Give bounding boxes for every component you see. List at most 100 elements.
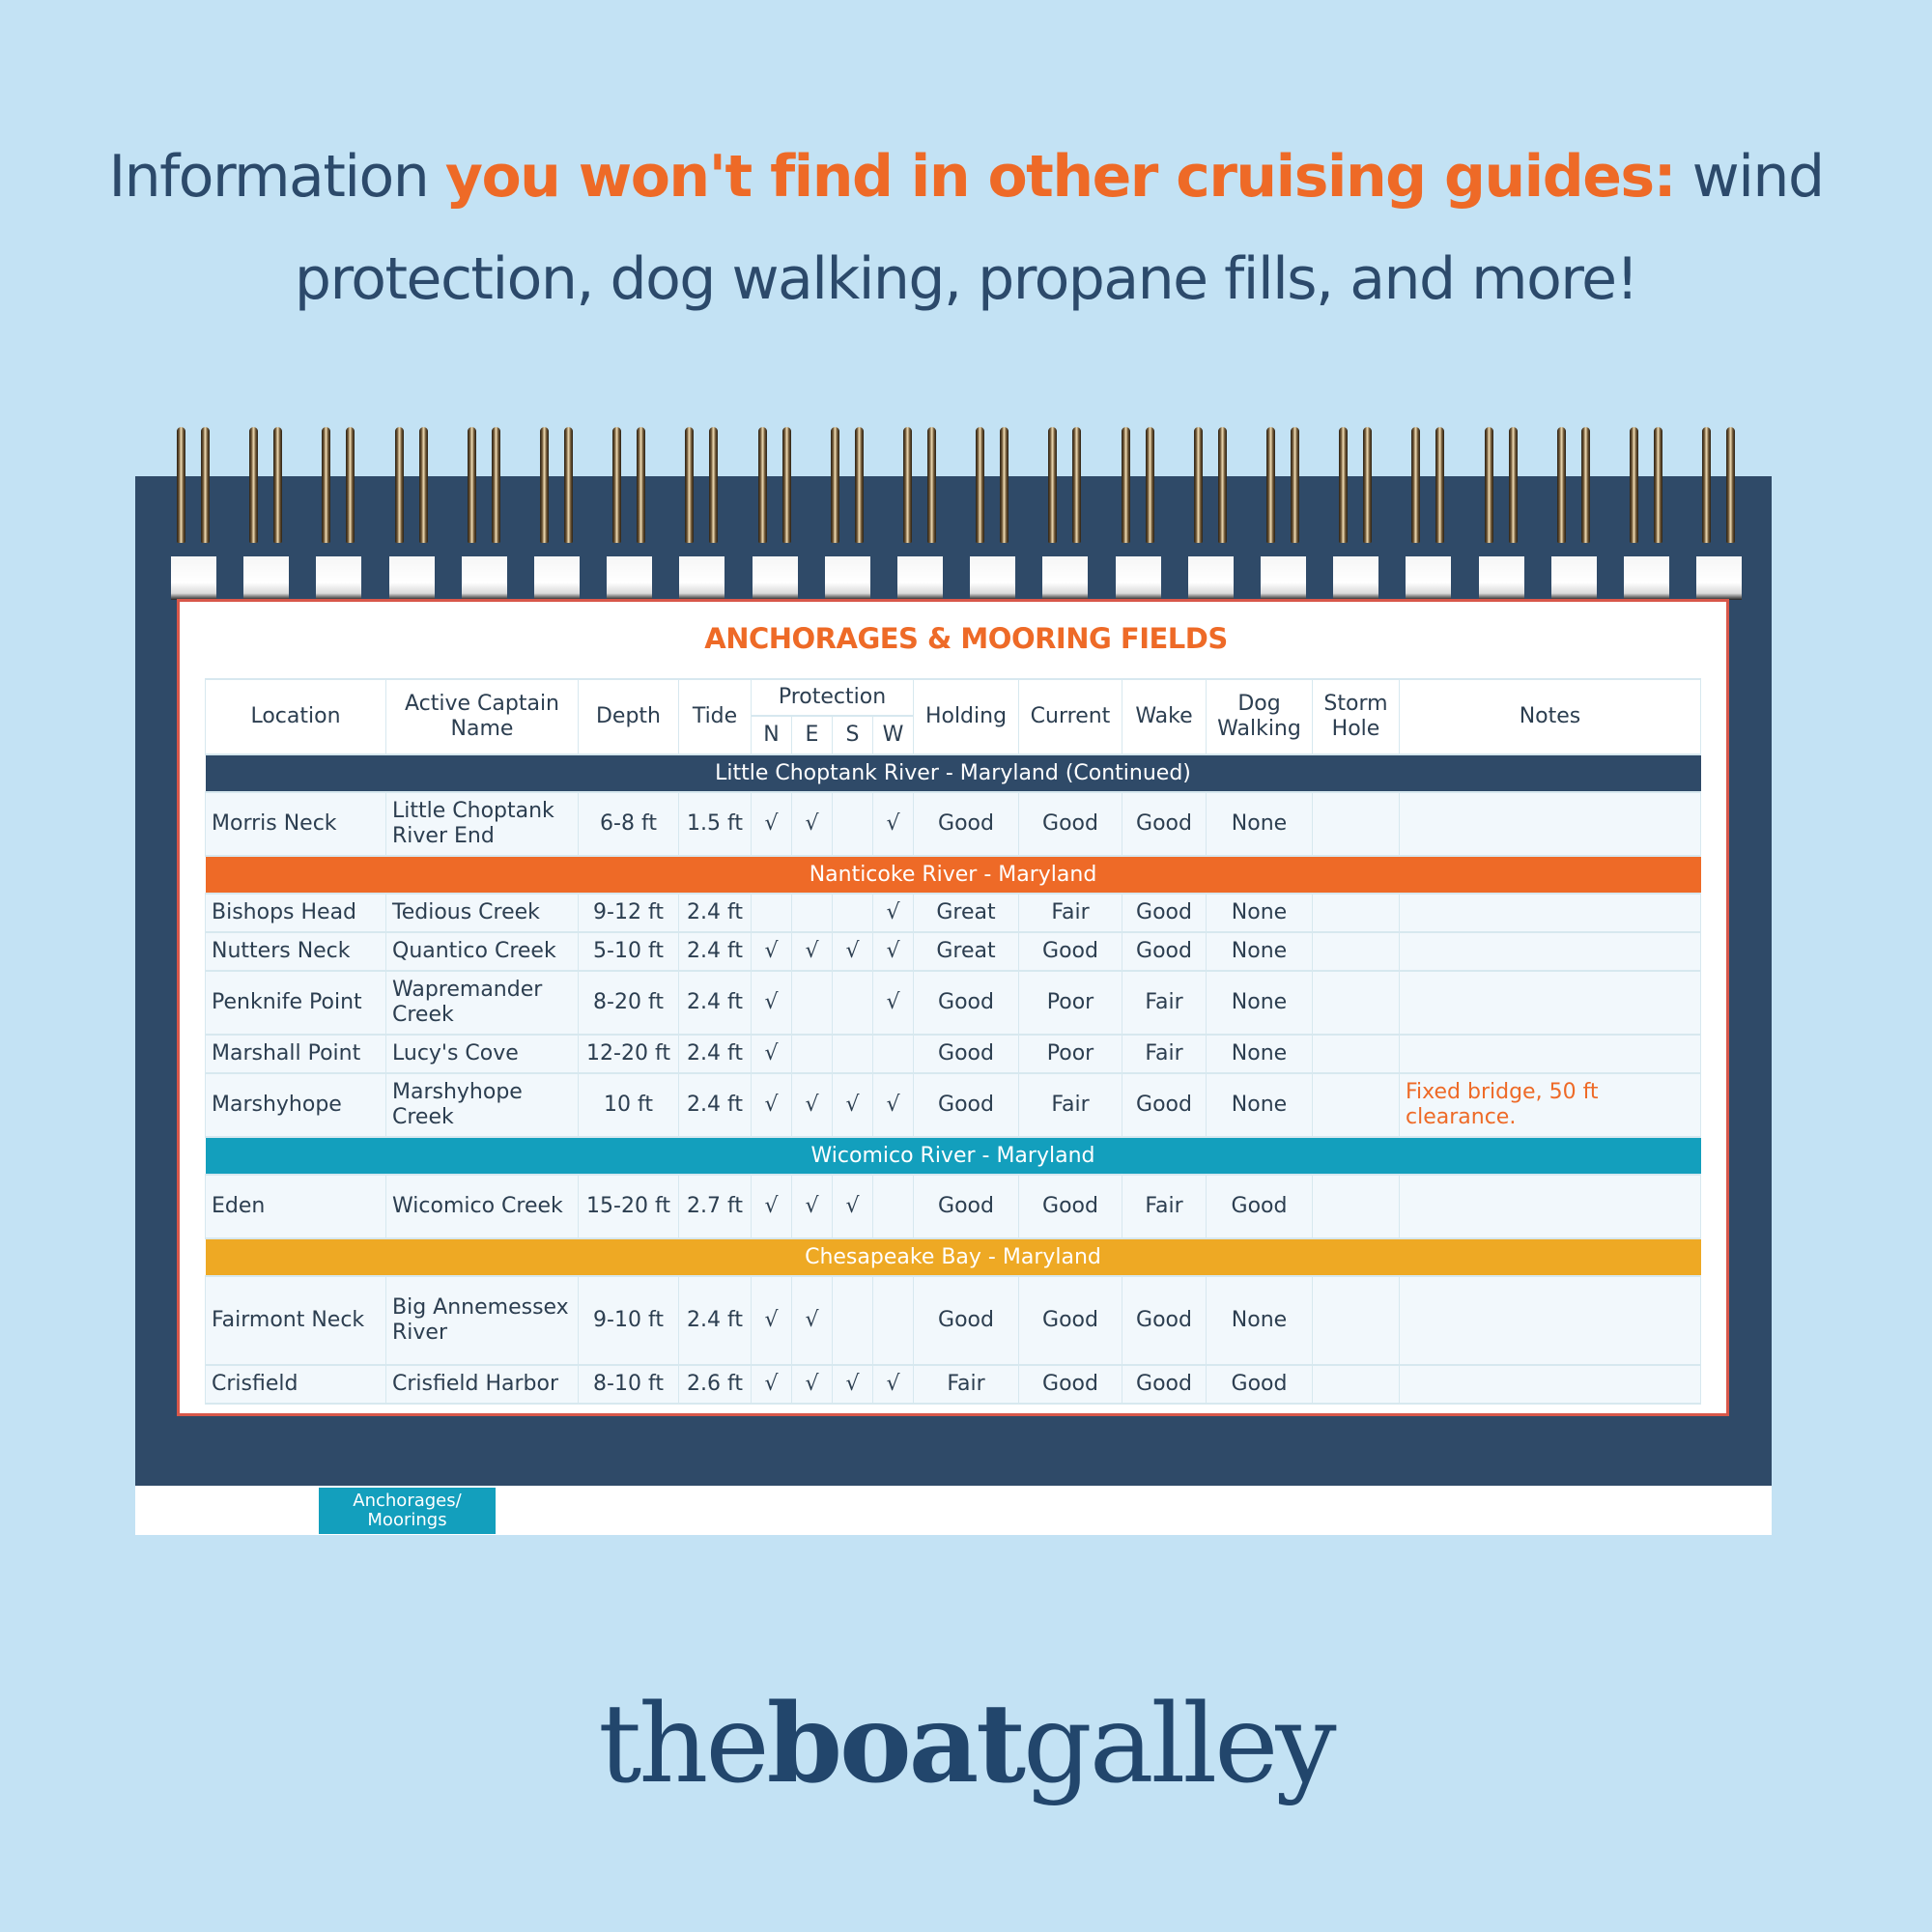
- cell-dog-walking: None: [1206, 1276, 1313, 1366]
- ring-slot: [1261, 556, 1306, 600]
- cell-dog-walking: None: [1206, 894, 1313, 933]
- cell-location: Nutters Neck: [205, 932, 386, 972]
- ring-slot: [1115, 556, 1161, 600]
- binding-ring-icon: [273, 427, 283, 543]
- header-location: Location: [205, 678, 386, 755]
- checkmark-icon: √: [872, 1365, 914, 1405]
- binding-ring-icon: [1411, 427, 1421, 543]
- binding-ring-icon: [1291, 427, 1299, 543]
- headline: Information you won't find in other crui…: [0, 126, 1932, 330]
- table-row: Nutters Neck Quantico Creek 5-10 ft 2.4 ft √…: [205, 932, 1701, 972]
- cell-tide: 2.4 ft: [678, 1035, 752, 1074]
- cell-dog-walking: None: [1206, 1035, 1313, 1074]
- cell-tide: 2.4 ft: [678, 1276, 752, 1366]
- ring-slot: [970, 556, 1016, 600]
- cell-current: Good: [1018, 1175, 1122, 1239]
- header-dir-e: E: [791, 716, 833, 755]
- cell-location: Bishops Head: [205, 894, 386, 933]
- cell-tide: 2.4 ft: [678, 971, 752, 1036]
- cell-current: Good: [1018, 1276, 1122, 1366]
- cell-protect-n: [751, 894, 792, 933]
- cell-dog-walking: None: [1206, 971, 1313, 1036]
- checkmark-icon: √: [832, 1175, 873, 1239]
- cell-active-captain: Big Annemessex River: [385, 1276, 579, 1366]
- brand-galley: galley: [1023, 1682, 1337, 1807]
- cell-holding: Good: [913, 1035, 1019, 1074]
- binding-ring-icon: [709, 427, 719, 543]
- cell-depth: 10 ft: [578, 1073, 679, 1138]
- checkmark-icon: √: [832, 1365, 873, 1405]
- table-row: Bishops Head Tedious Creek 9-12 ft 2.4 ft √ G…: [205, 894, 1701, 933]
- checkmark-icon: √: [832, 1073, 873, 1138]
- binding-ring-icon: [1654, 427, 1662, 543]
- cell-location: Marshall Point: [205, 1035, 386, 1074]
- header-dir-w: W: [872, 716, 914, 755]
- cell-active-captain: Wicomico Creek: [385, 1175, 579, 1239]
- binding-ring-icon: [781, 427, 791, 543]
- ring-slot: [243, 556, 290, 600]
- binding-ring-icon: [637, 427, 646, 543]
- ring-slot: [1406, 556, 1452, 600]
- cell-current: Fair: [1018, 894, 1122, 933]
- table-row: Marshall Point Lucy's Cove 12-20 ft 2.4 ft √…: [205, 1035, 1701, 1074]
- cell-protect-s: [832, 1035, 873, 1074]
- cell-active-captain: Quantico Creek: [385, 932, 579, 972]
- binding-ring-icon: [1000, 427, 1009, 543]
- cell-current: Good: [1018, 932, 1122, 972]
- cell-current: Good: [1018, 792, 1122, 857]
- binding-ring-icon: [346, 427, 355, 543]
- checkmark-icon: √: [872, 971, 914, 1036]
- section-tab-anchorages[interactable]: Anchorages/ Moorings: [319, 1488, 496, 1534]
- cell-holding: Good: [913, 1276, 1019, 1366]
- brand-boat: boat: [766, 1681, 1026, 1807]
- cell-notes: [1399, 792, 1701, 857]
- cell-notes: [1399, 1035, 1701, 1074]
- cell-tide: 2.6 ft: [678, 1365, 752, 1405]
- section-title: Wicomico River - Maryland: [205, 1137, 1701, 1176]
- cell-storm-hole: [1312, 894, 1400, 933]
- binding-ring-icon: [418, 427, 428, 543]
- cell-wake: Good: [1122, 894, 1207, 933]
- cell-dog-walking: Good: [1206, 1365, 1313, 1405]
- ring-slot: [388, 556, 435, 600]
- binding-ring-icon: [1580, 427, 1590, 543]
- binding-ring-icon: [1630, 427, 1638, 543]
- binding-ring-icon: [1339, 427, 1349, 543]
- binding-ring-icon: [1363, 427, 1373, 543]
- cell-storm-hole: [1312, 1035, 1400, 1074]
- cell-holding: Good: [913, 792, 1019, 857]
- checkmark-icon: √: [751, 932, 792, 972]
- cell-tide: 1.5 ft: [678, 792, 752, 857]
- cell-current: Fair: [1018, 1073, 1122, 1138]
- ring-slot: [679, 556, 725, 600]
- cell-active-captain: Lucy's Cove: [385, 1035, 579, 1074]
- cell-tide: 2.4 ft: [678, 1073, 752, 1138]
- binding-ring-icon: [1266, 427, 1275, 543]
- cell-protect-s: [832, 792, 873, 857]
- cell-protect-s: [832, 1276, 873, 1366]
- cell-holding: Fair: [913, 1365, 1019, 1405]
- binding-ring-icon: [394, 427, 404, 543]
- brand-the: the: [598, 1682, 769, 1807]
- binding-ring-icon: [177, 427, 185, 543]
- header-wake: Wake: [1122, 678, 1207, 755]
- binding-ring-icon: [201, 427, 210, 543]
- cell-active-captain: Marshyhope Creek: [385, 1073, 579, 1138]
- page-title: ANCHORAGES & MOORING FIELDS: [704, 622, 1228, 655]
- binding-ring-icon: [612, 427, 622, 543]
- ring-slot: [1550, 556, 1597, 600]
- cell-wake: Fair: [1122, 971, 1207, 1036]
- ring-slot: [1696, 556, 1743, 600]
- table-row: Crisfield Crisfield Harbor 8-10 ft 2.6 ft √ √…: [205, 1365, 1701, 1405]
- binding-ring-icon: [467, 427, 476, 543]
- ring-slot: [897, 556, 943, 600]
- cell-active-captain: Wapremander Creek: [385, 971, 579, 1036]
- ring-slot: [824, 556, 870, 600]
- cell-notes: [1399, 894, 1701, 933]
- checkmark-icon: √: [872, 1073, 914, 1138]
- cell-dog-walking: None: [1206, 792, 1313, 857]
- cell-protect-e: [791, 894, 833, 933]
- cell-dog-walking: None: [1206, 932, 1313, 972]
- cell-protect-s: [832, 894, 873, 933]
- cell-holding: Great: [913, 894, 1019, 933]
